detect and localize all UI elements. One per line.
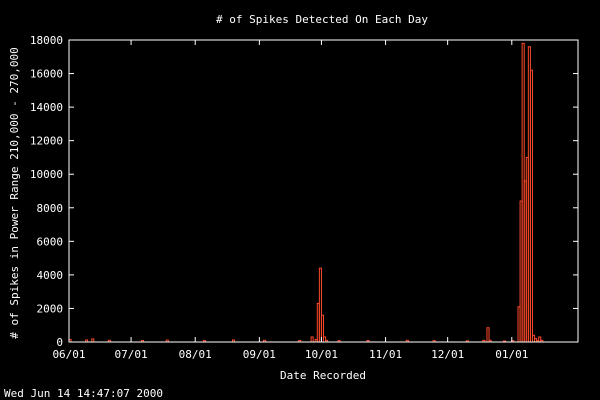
y-tick-label: 4000 — [37, 269, 64, 282]
y-tick-label: 14000 — [30, 101, 63, 114]
x-tick-label: 09/01 — [243, 348, 276, 361]
y-tick-label: 12000 — [30, 135, 63, 148]
y-tick-label: 2000 — [37, 302, 64, 315]
x-tick-label: 11/01 — [369, 348, 402, 361]
y-tick-label: 10000 — [30, 168, 63, 181]
x-tick-label: 08/01 — [179, 348, 212, 361]
chart: # of Spikes Detected On Each Day # of Sp… — [0, 0, 600, 400]
x-tick-label: 10/01 — [305, 348, 338, 361]
x-axis-label: Date Recorded — [280, 369, 366, 382]
y-tick-label: 6000 — [37, 235, 64, 248]
chart-title: # of Spikes Detected On Each Day — [216, 13, 428, 26]
y-tick-label: 8000 — [37, 202, 64, 215]
x-tick-label: 06/01 — [52, 348, 85, 361]
y-tick-label: 18000 — [30, 34, 63, 47]
y-axis-label: # of Spikes in Power Range 210,000 - 270… — [8, 47, 21, 338]
y-tick-label: 16000 — [30, 68, 63, 81]
timestamp-label: Wed Jun 14 14:47:07 2000 — [4, 387, 163, 400]
x-tick-label: 12/01 — [431, 348, 464, 361]
x-tick-label: 07/01 — [115, 348, 148, 361]
x-tick-label: 01/01 — [495, 348, 528, 361]
